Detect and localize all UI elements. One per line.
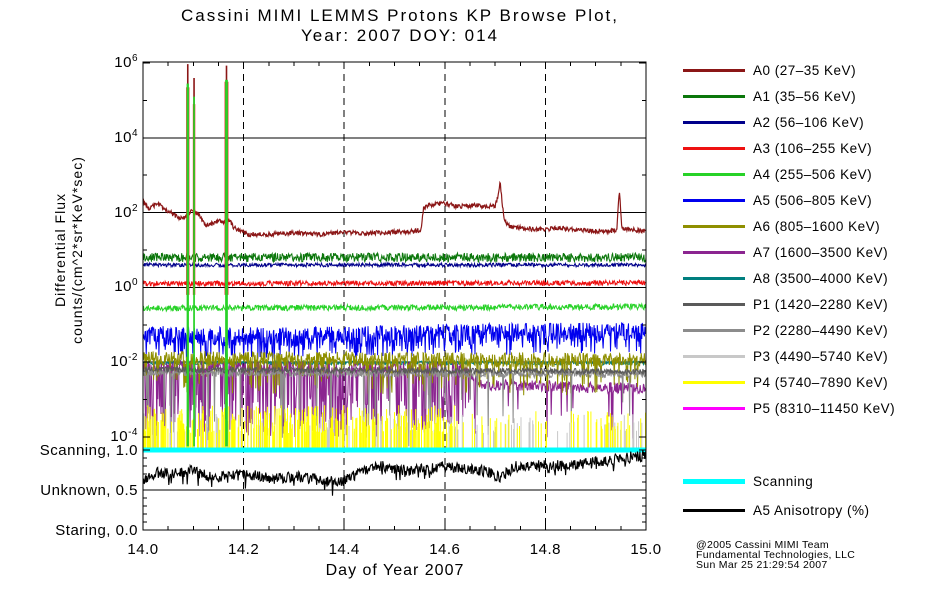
legend-item-p1-swatch bbox=[683, 302, 745, 306]
series-A2 bbox=[142, 261, 647, 269]
flux-tick-10e0: 100 bbox=[114, 277, 138, 296]
mode-label-staring: Staring, 0.0 bbox=[55, 522, 138, 539]
legend-item-p4-label: P4 (5740–7890 KeV) bbox=[753, 374, 889, 390]
legend-item-a2: A2 (56–106 KeV) bbox=[683, 114, 864, 130]
legend-item-a6-label: A6 (805–1600 KeV) bbox=[753, 218, 881, 234]
legend-item-a1-swatch bbox=[683, 94, 745, 98]
legend-item-p2-label: P2 (2280–4490 KeV) bbox=[753, 322, 889, 338]
legend-item-a3-swatch bbox=[683, 146, 745, 150]
legend-item-p1: P1 (1420–2280 KeV) bbox=[683, 296, 888, 312]
x-tick-14.2: 14.2 bbox=[227, 541, 260, 558]
legend-item-p1-label: P1 (1420–2280 KeV) bbox=[753, 296, 889, 312]
legend-item-a0: A0 (27–35 KeV) bbox=[683, 62, 856, 78]
mode-label-unknown: Unknown, 0.5 bbox=[40, 482, 138, 499]
plot-frame bbox=[142, 61, 647, 531]
legend-item-a4: A4 (255–506 KeV) bbox=[683, 166, 872, 182]
legend-item-p4-swatch bbox=[683, 380, 745, 384]
legend-item-a8: A8 (3500–4000 KeV) bbox=[683, 270, 888, 286]
flux-tick-10e-2: 10-2 bbox=[110, 352, 138, 371]
legend-item-a0-swatch bbox=[683, 68, 745, 72]
legend-item-anisotropy-swatch bbox=[683, 508, 745, 512]
x-axis-label: Day of Year 2007 bbox=[325, 562, 465, 579]
legend-item-a3-label: A3 (106–255 KeV) bbox=[753, 140, 873, 156]
legend-item-p5-swatch bbox=[683, 406, 745, 410]
legend-item-a4-swatch bbox=[683, 172, 745, 176]
legend-item-a5: A5 (506–805 KeV) bbox=[683, 192, 872, 208]
flux-tick-10e4: 104 bbox=[114, 127, 138, 146]
series-A3 bbox=[142, 278, 647, 288]
x-tick-15.0: 15.0 bbox=[630, 541, 662, 558]
legend-item-a5-label: A5 (506–805 KeV) bbox=[753, 192, 873, 208]
series-A4 bbox=[142, 302, 647, 313]
copyright-line3: Sun Mar 25 21:29:54 2007 bbox=[696, 559, 828, 571]
legend-item-a4-label: A4 (255–506 KeV) bbox=[753, 166, 873, 182]
legend-item-anisotropy-label: A5 Anisotropy (%) bbox=[753, 502, 870, 518]
legend-item-p4: P4 (5740–7890 KeV) bbox=[683, 374, 888, 390]
legend-item-p2-swatch bbox=[683, 328, 745, 332]
anisotropy-trace bbox=[142, 450, 647, 496]
legend-item-p5-label: P5 (8310–11450 KeV) bbox=[753, 400, 896, 416]
legend-item-scanning-label: Scanning bbox=[753, 473, 814, 489]
series-A0 bbox=[142, 180, 647, 239]
flux-tick-10e6: 106 bbox=[114, 53, 138, 71]
x-tick-14.0: 14.0 bbox=[127, 541, 159, 558]
legend-item-a3: A3 (106–255 KeV) bbox=[683, 140, 872, 156]
legend-item-a8-swatch bbox=[683, 276, 745, 280]
series-A5 bbox=[142, 321, 647, 359]
legend-item-scanning: Scanning bbox=[683, 473, 813, 489]
series-P4 bbox=[143, 405, 647, 449]
flux-series bbox=[142, 180, 647, 449]
legend-item-a6-swatch bbox=[683, 224, 745, 228]
legend-item-a6: A6 (805–1600 KeV) bbox=[683, 218, 880, 234]
x-tick-14.4: 14.4 bbox=[328, 541, 360, 558]
x-tick-14.8: 14.8 bbox=[529, 541, 561, 558]
legend-item-a7: A7 (1600–3500 KeV) bbox=[683, 244, 888, 260]
mode-label-scanning: Scanning, 1.0 bbox=[39, 442, 138, 459]
legend-item-p5: P5 (8310–11450 KeV) bbox=[683, 400, 895, 416]
legend-item-p2: P2 (2280–4490 KeV) bbox=[683, 322, 888, 338]
x-tick-14.6: 14.6 bbox=[429, 541, 461, 558]
legend-item-scanning-swatch bbox=[683, 478, 745, 484]
legend-item-p3-label: P3 (4490–5740 KeV) bbox=[753, 348, 889, 364]
y-axis-label-line2: counts/(cm^2*sr*KeV*sec) bbox=[69, 156, 85, 344]
legend-item-p3: P3 (4490–5740 KeV) bbox=[683, 348, 888, 364]
legend-item-a7-swatch bbox=[683, 250, 745, 254]
legend-item-a2-swatch bbox=[683, 120, 745, 124]
legend-item-a7-label: A7 (1600–3500 KeV) bbox=[753, 244, 889, 260]
legend-item-a1: A1 (35–56 KeV) bbox=[683, 88, 856, 104]
legend-item-a5-swatch bbox=[683, 198, 745, 202]
browse-plot-page: Cassini MIMI LEMMS Protons KP Browse Plo… bbox=[0, 0, 950, 600]
legend-item-a8-label: A8 (3500–4000 KeV) bbox=[753, 270, 889, 286]
legend-item-a1-label: A1 (35–56 KeV) bbox=[753, 88, 857, 104]
legend-item-p3-swatch bbox=[683, 354, 745, 358]
copyright: @2005 Cassini MIMI Team Fundamental Tech… bbox=[696, 540, 855, 571]
flux-tick-10e2: 102 bbox=[114, 202, 138, 221]
legend-item-a2-label: A2 (56–106 KeV) bbox=[753, 114, 865, 130]
series-A1 bbox=[142, 251, 647, 264]
legend-item-anisotropy: A5 Anisotropy (%) bbox=[683, 502, 870, 518]
gridlines bbox=[143, 62, 646, 530]
legend-item-a0-label: A0 (27–35 KeV) bbox=[753, 62, 857, 78]
